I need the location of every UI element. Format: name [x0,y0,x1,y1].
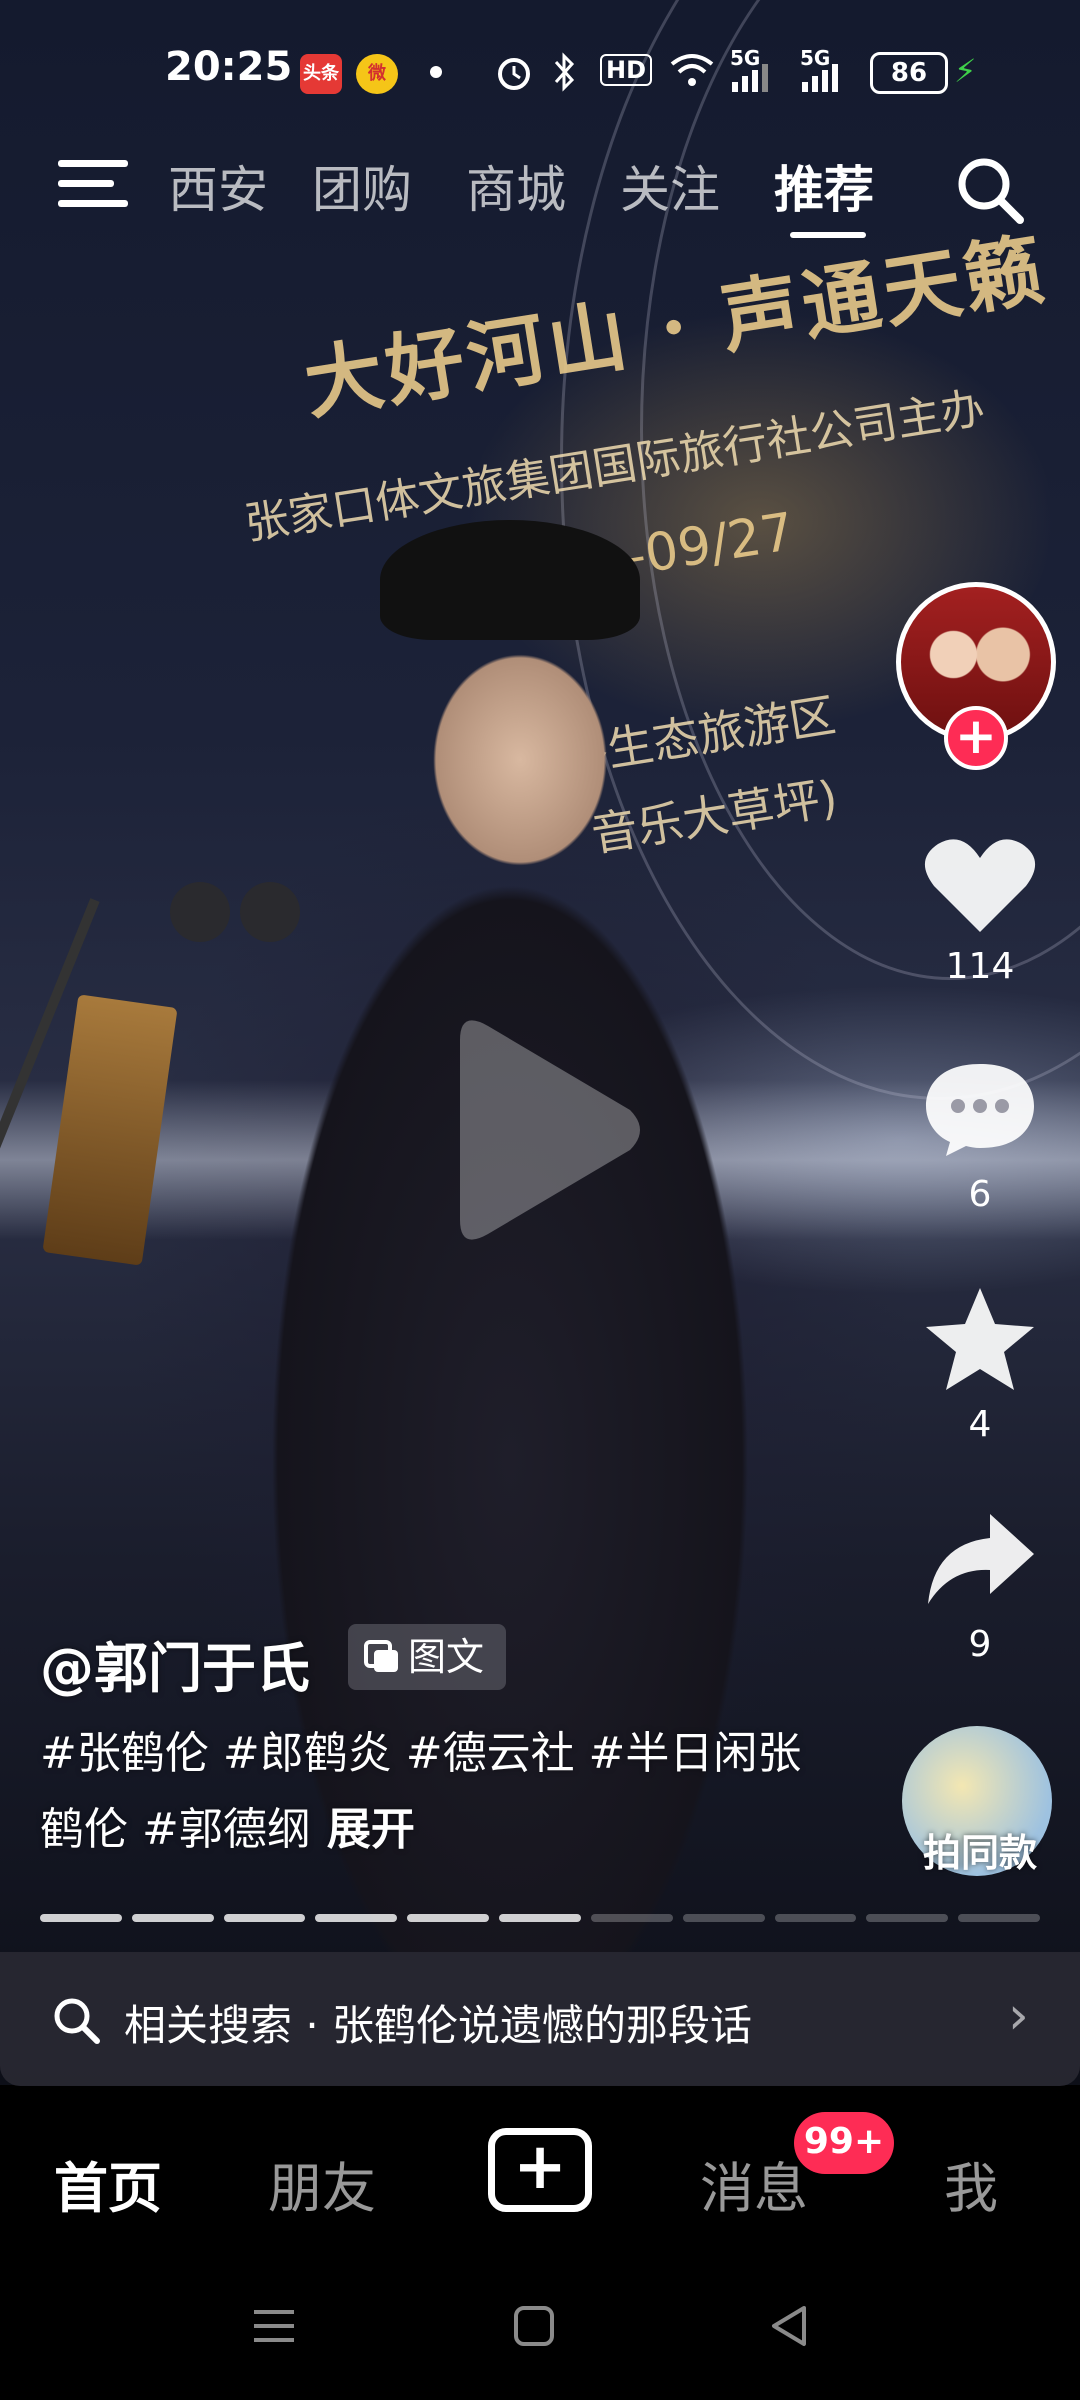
progress-segment [590,1914,673,1922]
content-type-label: 图文 [408,1635,485,1679]
progress-segment [40,1914,122,1922]
home-key-icon[interactable] [510,2302,558,2350]
favorite-count: 4 [968,1404,992,1445]
search-icon[interactable] [950,150,1030,230]
wifi-icon [670,54,714,86]
nav-me[interactable]: 我 [944,2144,998,2223]
author-name[interactable]: @郭门于氏 [40,1624,310,1703]
charging-icon: ⚡ [954,52,977,90]
related-search-bar[interactable]: 相关搜索 · 张鹤伦说遗憾的那段话 › [0,1952,1080,2086]
create-button[interactable]: + [488,2128,592,2212]
messages-badge: 99+ [794,2112,894,2174]
tab-xian[interactable]: 西安 [168,150,268,222]
battery-indicator: 86 [870,52,948,94]
caption-text: #张鹤伦 #郎鹤炎 #德云社 #半日闲张鹤伦 #郭德纲 展开 [40,1716,840,1868]
progress-segment [774,1914,857,1922]
active-tab-indicator [790,232,866,238]
weibo-app-icon: 微 [356,54,398,94]
status-time: 20:25 [165,44,293,90]
chevron-right-icon: › [1008,1986,1029,2046]
image-progress [40,1914,1040,1922]
person-hair [380,520,640,640]
back-key-icon[interactable] [766,2302,814,2350]
like-icon[interactable] [920,836,1040,936]
favorite-star-icon[interactable] [920,1284,1040,1394]
alarm-icon [498,58,530,90]
progress-segment [682,1914,765,1922]
same-style-label[interactable]: 拍同款 [900,1822,1060,1877]
system-nav-bar [0,2262,1080,2400]
image-post-icon [364,1640,398,1672]
top-nav: 西安 团购 商城 关注 推荐 [0,140,1080,250]
comment-count: 6 [968,1174,992,1215]
progress-segment [315,1914,398,1922]
nav-messages[interactable]: 消息 [700,2144,808,2223]
comment-icon[interactable] [920,1058,1040,1158]
progress-segment [223,1914,306,1922]
share-icon[interactable] [920,1510,1040,1610]
progress-segment [958,1914,1040,1922]
bottom-nav: 首页 朋友 + 消息 99+ 我 [0,2086,1080,2262]
microphone [170,882,230,942]
toutiao-app-icon: 头条 [300,54,342,94]
expand-button[interactable]: 展开 [327,1804,415,1855]
progress-segment [866,1914,949,1922]
share-count: 9 [968,1624,992,1665]
signal-icon [802,64,838,92]
progress-segment [407,1914,490,1922]
status-bar: 20:25 头条 微 HD 5G 5G 86 ⚡ [0,0,1080,140]
tab-mall[interactable]: 商城 [466,150,566,222]
tab-following[interactable]: 关注 [620,150,720,222]
related-search-text: 相关搜索 · 张鹤伦说遗憾的那段话 [124,2001,753,2050]
nav-home[interactable]: 首页 [54,2144,162,2223]
follow-button[interactable]: + [944,706,1008,770]
tab-group-buy[interactable]: 团购 [312,150,412,222]
nav-friends[interactable]: 朋友 [268,2144,376,2223]
content-type-badge: 图文 [348,1624,506,1690]
microphone [240,882,300,942]
tab-recommended[interactable]: 推荐 [774,150,874,222]
hashtags[interactable]: #张鹤伦 #郎鹤炎 #德云社 #半日闲张鹤伦 #郭德纲 [40,1728,801,1855]
recent-apps-icon[interactable] [250,2302,298,2350]
notification-dot [430,66,442,78]
progress-segment [131,1914,214,1922]
search-icon [54,1998,100,2044]
menu-icon[interactable] [58,152,128,212]
hd-indicator: HD [600,54,653,86]
signal-icon [732,64,768,92]
like-count: 114 [945,946,1015,987]
play-icon[interactable] [440,1010,650,1250]
bluetooth-icon [554,52,575,92]
progress-segment [499,1914,581,1922]
